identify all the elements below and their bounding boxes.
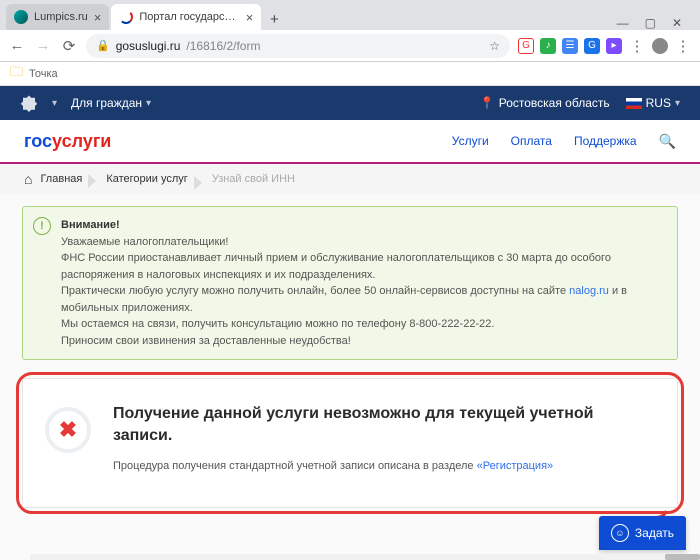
extension-icon[interactable]: ▸ bbox=[606, 38, 622, 54]
kebab-menu-icon[interactable]: ⋮ bbox=[628, 37, 646, 55]
tab-title: Портал государственных услуг bbox=[139, 11, 239, 23]
new-tab-button[interactable]: + bbox=[263, 8, 285, 30]
attention-notice: ! Внимание! Уважаемые налогоплательщики!… bbox=[22, 206, 678, 360]
extension-icons: G ♪ ☰ G ▸ ⋮ ⋮ bbox=[518, 37, 692, 55]
language-selector[interactable]: RUS ▾ bbox=[626, 96, 680, 110]
header-link-support[interactable]: Поддержка bbox=[574, 134, 637, 148]
error-x-icon: ✖ bbox=[45, 407, 91, 453]
extension-icon[interactable]: ♪ bbox=[540, 38, 556, 54]
url-path: /16816/2/form bbox=[186, 39, 260, 53]
favicon-lumpics bbox=[14, 10, 28, 24]
emblem-icon bbox=[20, 94, 38, 112]
crumb-label: Категории услуг bbox=[106, 173, 187, 185]
chevron-down-icon: ▾ bbox=[52, 98, 57, 109]
crumb-label: Главная bbox=[40, 173, 82, 185]
extension-icon[interactable]: ☰ bbox=[562, 38, 578, 54]
tab-close-icon[interactable]: × bbox=[94, 10, 102, 25]
crumb-current: Узнай свой ИНН bbox=[212, 173, 309, 185]
exclamation-icon: ! bbox=[33, 217, 51, 235]
search-icon[interactable]: 🔍 bbox=[659, 133, 676, 150]
browser-menu-icon[interactable]: ⋮ bbox=[674, 37, 692, 55]
tab-gosuslugi[interactable]: Портал государственных услуг × bbox=[111, 4, 261, 30]
window-controls: — ▢ ✕ bbox=[605, 16, 694, 30]
chevron-down-icon: ▾ bbox=[146, 98, 151, 109]
region-selector[interactable]: 📍 Ростовская область bbox=[480, 96, 610, 110]
scrollbar-thumb[interactable] bbox=[665, 554, 700, 560]
lock-icon: 🔒 bbox=[96, 39, 110, 52]
notice-line: Уважаемые налогоплательщики! bbox=[61, 236, 228, 248]
header-link-payment[interactable]: Оплата bbox=[511, 134, 552, 148]
browser-chrome: Lumpics.ru × Портал государственных услу… bbox=[0, 0, 700, 86]
bookmarks-bar: 🗀 Точка bbox=[0, 62, 700, 86]
logo-pre: гос bbox=[24, 131, 52, 151]
chevron-down-icon: ▾ bbox=[675, 98, 680, 109]
maximize-button[interactable]: ▢ bbox=[645, 16, 656, 30]
tab-title: Lumpics.ru bbox=[34, 11, 88, 23]
tab-close-icon[interactable]: × bbox=[246, 10, 254, 25]
reload-button[interactable]: ⟳ bbox=[60, 37, 78, 55]
error-block-wrapper: ✖ Получение данной услуги невозможно для… bbox=[22, 378, 678, 508]
bookmark-item[interactable]: Точка bbox=[29, 68, 58, 80]
notice-line: Мы остаемся на связи, получить консульта… bbox=[61, 318, 494, 330]
region-label: Ростовская область bbox=[499, 96, 610, 110]
bookmark-star-icon[interactable]: ☆ bbox=[489, 39, 500, 53]
url-domain: gosuslugi.ru bbox=[116, 39, 181, 53]
notice-link-nalog[interactable]: nalog.ru bbox=[569, 285, 609, 297]
ask-button-label: Задать bbox=[635, 526, 674, 540]
notice-line: ФНС России приостанавливает личный прием… bbox=[61, 252, 611, 281]
logo-mid: услуги bbox=[52, 131, 111, 151]
language-label: RUS bbox=[646, 96, 671, 110]
ask-question-button[interactable]: ☺ Задать bbox=[599, 516, 686, 550]
extension-icon[interactable]: G bbox=[518, 38, 534, 54]
notice-title: Внимание! bbox=[61, 219, 120, 231]
extension-icon[interactable]: G bbox=[584, 38, 600, 54]
bookmark-folder-icon[interactable]: 🗀 bbox=[10, 63, 23, 85]
chat-face-icon: ☺ bbox=[611, 524, 629, 542]
main-content: ! Внимание! Уважаемые налогоплательщики!… bbox=[0, 194, 700, 508]
flag-ru-icon bbox=[626, 98, 642, 109]
crumb-home[interactable]: Главная bbox=[24, 171, 96, 187]
horizontal-scrollbar[interactable] bbox=[30, 554, 700, 560]
notice-line: Приносим свои извинения за доставленные … bbox=[61, 335, 351, 347]
breadcrumb: Главная Категории услуг Узнай свой ИНН bbox=[0, 164, 700, 194]
registration-link[interactable]: «Регистрация» bbox=[477, 460, 554, 472]
tab-lumpics[interactable]: Lumpics.ru × bbox=[6, 4, 109, 30]
pin-icon: 📍 bbox=[480, 96, 495, 110]
header-nav: Услуги Оплата Поддержка 🔍 bbox=[452, 133, 676, 150]
plus-icon: + bbox=[270, 11, 279, 28]
error-title: Получение данной услуги невозможно для т… bbox=[113, 403, 653, 446]
audience-dropdown[interactable]: Для граждан ▾ bbox=[71, 96, 151, 110]
url-input[interactable]: 🔒 gosuslugi.ru/16816/2/form ☆ bbox=[86, 34, 510, 58]
address-bar: ← → ⟳ 🔒 gosuslugi.ru/16816/2/form ☆ G ♪ … bbox=[0, 30, 700, 62]
page-content: ▾ Для граждан ▾ 📍 Ростовская область RUS… bbox=[0, 86, 700, 560]
minimize-button[interactable]: — bbox=[617, 16, 629, 30]
audience-label: Для граждан bbox=[71, 96, 142, 110]
notice-line: Практически любую услугу можно получить … bbox=[61, 285, 569, 297]
crumb-label: Узнай свой ИНН bbox=[212, 173, 295, 185]
favicon-gosuslugi bbox=[119, 10, 133, 24]
back-button[interactable]: ← bbox=[8, 37, 26, 54]
emblem-dropdown[interactable]: ▾ bbox=[52, 98, 57, 109]
gosuslugi-logo[interactable]: госуслуги bbox=[24, 131, 111, 152]
close-window-button[interactable]: ✕ bbox=[672, 16, 682, 30]
error-sub-pre: Процедура получения стандартной учетной … bbox=[113, 460, 477, 472]
crumb-categories[interactable]: Категории услуг bbox=[106, 173, 201, 185]
error-block: ✖ Получение данной услуги невозможно для… bbox=[22, 378, 678, 508]
forward-button: → bbox=[34, 37, 52, 54]
error-subtitle: Процедура получения стандартной учетной … bbox=[113, 460, 653, 472]
tab-strip: Lumpics.ru × Портал государственных услу… bbox=[0, 0, 700, 30]
header-link-services[interactable]: Услуги bbox=[452, 134, 489, 148]
gov-topnav: ▾ Для граждан ▾ 📍 Ростовская область RUS… bbox=[0, 86, 700, 120]
site-header: госуслуги Услуги Оплата Поддержка 🔍 bbox=[0, 120, 700, 164]
profile-avatar[interactable] bbox=[652, 38, 668, 54]
